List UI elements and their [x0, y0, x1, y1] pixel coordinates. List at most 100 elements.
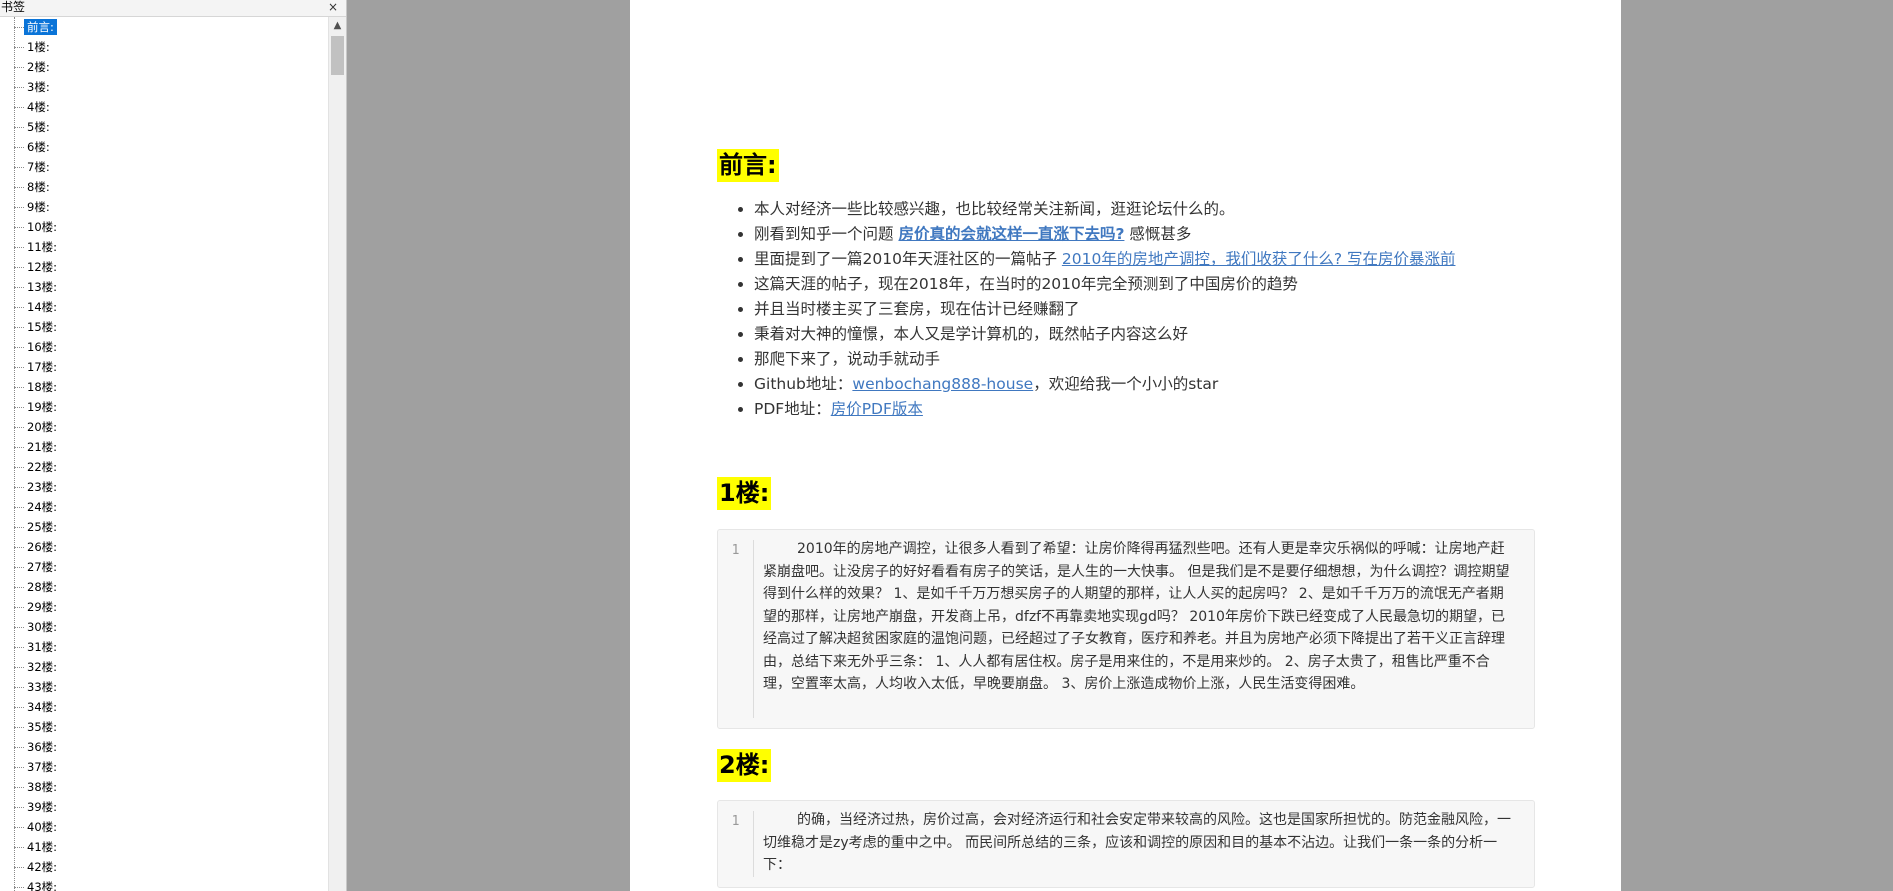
github-link[interactable]: wenbochang888-house: [852, 375, 1033, 393]
tree-branch-line: [14, 767, 24, 768]
bookmark-item[interactable]: 27楼:: [14, 557, 314, 577]
bookmark-label: 5楼:: [27, 120, 50, 134]
bookmark-item[interactable]: 2楼:: [14, 57, 314, 77]
bookmark-label: 8楼:: [27, 180, 50, 194]
bookmark-item[interactable]: 9楼:: [14, 197, 314, 217]
bookmark-item[interactable]: 前言:: [14, 17, 314, 37]
tree-branch-line: [14, 827, 24, 828]
bookmark-item[interactable]: 11楼:: [14, 237, 314, 257]
close-icon[interactable]: ×: [328, 0, 338, 14]
bookmark-item[interactable]: 1楼:: [14, 37, 314, 57]
bookmark-item[interactable]: 32楼:: [14, 657, 314, 677]
bookmark-label: 37楼:: [27, 760, 58, 774]
tree-branch-line: [14, 127, 24, 128]
bookmark-label: 12楼:: [27, 260, 58, 274]
list-item: 秉着对大神的憧憬，本人又是学计算机的，既然帖子内容这么好: [754, 322, 1614, 347]
tree-branch-line: [14, 707, 24, 708]
bookmark-item[interactable]: 33楼:: [14, 677, 314, 697]
scroll-up-arrow-icon[interactable]: ▲: [329, 17, 346, 34]
tree-branch-line: [14, 107, 24, 108]
bookmark-item[interactable]: 24楼:: [14, 497, 314, 517]
bookmark-label: 10楼:: [27, 220, 58, 234]
bookmark-item[interactable]: 43楼:: [14, 877, 314, 891]
bookmark-item[interactable]: 8楼:: [14, 177, 314, 197]
bookmark-item[interactable]: 12楼:: [14, 257, 314, 277]
bookmark-item[interactable]: 38楼:: [14, 777, 314, 797]
bookmark-label: 29楼:: [27, 600, 58, 614]
bookmark-item[interactable]: 42楼:: [14, 857, 314, 877]
bookmark-label: 16楼:: [27, 340, 58, 354]
bookmark-label: 42楼:: [27, 860, 58, 874]
tree-branch-line: [14, 387, 24, 388]
bookmark-item[interactable]: 21楼:: [14, 437, 314, 457]
bookmark-item[interactable]: 14楼:: [14, 297, 314, 317]
bookmark-item[interactable]: 34楼:: [14, 697, 314, 717]
list-item: 这篇天涯的帖子，现在2018年，在当时的2010年完全预测到了中国房价的趋势: [754, 272, 1614, 297]
bookmark-item[interactable]: 17楼:: [14, 357, 314, 377]
bookmark-scrollbar[interactable]: ▲: [328, 17, 346, 891]
bookmark-label: 43楼:: [27, 880, 58, 891]
bookmark-item[interactable]: 26楼:: [14, 537, 314, 557]
bookmark-label: 38楼:: [27, 780, 58, 794]
tree-branch-line: [14, 487, 24, 488]
bookmark-item[interactable]: 35楼:: [14, 717, 314, 737]
heading-floor-2: 2楼:: [717, 749, 772, 782]
bookmark-item[interactable]: 19楼:: [14, 397, 314, 417]
bookmark-item[interactable]: 39楼:: [14, 797, 314, 817]
bookmark-label: 22楼:: [27, 460, 58, 474]
bookmark-label: 11楼:: [27, 240, 58, 254]
tree-branch-line: [14, 647, 24, 648]
bookmark-label: 31楼:: [27, 640, 58, 654]
list-item: 并且当时楼主买了三套房，现在估计已经赚翻了: [754, 297, 1614, 322]
tree-branch-line: [14, 847, 24, 848]
bookmark-item[interactable]: 3楼:: [14, 77, 314, 97]
code-text: 的确，当经济过热，房价过高，会对经济运行和社会安定带来较高的风险。这也是国家所担…: [763, 812, 1511, 873]
bookmark-label: 13楼:: [27, 280, 58, 294]
tree-branch-line: [14, 407, 24, 408]
tree-branch-line: [14, 287, 24, 288]
bookmark-item[interactable]: 22楼:: [14, 457, 314, 477]
bookmark-item[interactable]: 28楼:: [14, 577, 314, 597]
tree-branch-line: [14, 787, 24, 788]
bookmark-item[interactable]: 30楼:: [14, 617, 314, 637]
bookmark-item[interactable]: 18楼:: [14, 377, 314, 397]
zhihu-question-link[interactable]: 房价真的会就这样一直涨下去吗?: [898, 225, 1124, 243]
bookmark-item[interactable]: 41楼:: [14, 837, 314, 857]
bookmark-item[interactable]: 15楼:: [14, 317, 314, 337]
bookmark-item[interactable]: 7楼:: [14, 157, 314, 177]
tree-branch-line: [14, 87, 24, 88]
tree-branch-line: [14, 887, 24, 888]
tree-branch-line: [14, 567, 24, 568]
tree-branch-line: [14, 227, 24, 228]
bookmark-item[interactable]: 20楼:: [14, 417, 314, 437]
tree-branch-line: [14, 687, 24, 688]
bookmark-item[interactable]: 5楼:: [14, 117, 314, 137]
tree-branch-line: [14, 47, 24, 48]
bookmark-item[interactable]: 10楼:: [14, 217, 314, 237]
bookmark-item[interactable]: 29楼:: [14, 597, 314, 617]
bookmark-item[interactable]: 40楼:: [14, 817, 314, 837]
tree-branch-line: [14, 347, 24, 348]
bookmark-label: 18楼:: [27, 380, 58, 394]
bookmark-item[interactable]: 13楼:: [14, 277, 314, 297]
tree-branch-line: [14, 507, 24, 508]
code-block-floor-2: 1 的确，当经济过热，房价过高，会对经济运行和社会安定带来较高的风险。这也是国家…: [717, 800, 1535, 888]
bookmark-label: 35楼:: [27, 720, 58, 734]
bookmark-item[interactable]: 6楼:: [14, 137, 314, 157]
bookmark-item[interactable]: 4楼:: [14, 97, 314, 117]
heading-floor-1: 1楼:: [717, 477, 772, 510]
bookmark-label: 40楼:: [27, 820, 58, 834]
bookmark-item[interactable]: 25楼:: [14, 517, 314, 537]
bookmark-item[interactable]: 23楼:: [14, 477, 314, 497]
bookmark-item[interactable]: 37楼:: [14, 757, 314, 777]
heading-preface: 前言:: [717, 149, 779, 182]
bookmark-label: 19楼:: [27, 400, 58, 414]
scrollbar-thumb[interactable]: [331, 36, 344, 75]
bookmark-label: 32楼:: [27, 660, 58, 674]
preface-list: 本人对经济一些比较感兴趣，也比较经常关注新闻，逛逛论坛什么的。 刚看到知乎一个问…: [717, 197, 1614, 422]
tianya-post-link[interactable]: 2010年的房地产调控，我们收获了什么? 写在房价暴涨前: [1062, 250, 1456, 268]
bookmark-item[interactable]: 16楼:: [14, 337, 314, 357]
bookmark-item[interactable]: 31楼:: [14, 637, 314, 657]
pdf-link[interactable]: 房价PDF版本: [831, 400, 923, 418]
bookmark-item[interactable]: 36楼:: [14, 737, 314, 757]
